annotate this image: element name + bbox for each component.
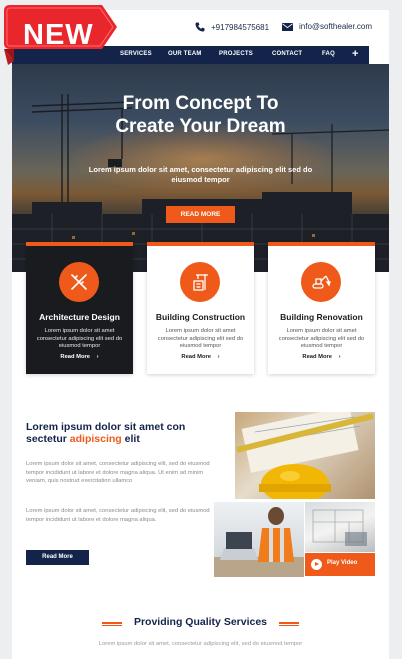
service-read-more-link[interactable]: Read More › [26, 354, 133, 360]
nav-plus-button[interactable]: + [352, 48, 358, 60]
nav-faq[interactable]: FAQ [322, 51, 335, 57]
service-description: Lorem ipsum dolor sit amet consectetur a… [278, 328, 365, 349]
engineer-laptop-photo [214, 502, 304, 577]
providing-subtitle: Lorem ipsum dolor sit amet, consectetur … [98, 641, 303, 647]
service-card-renovation[interactable]: Building Renovation Lorem ipsum dolor si… [268, 242, 375, 374]
about-read-more-button[interactable]: Read More [26, 550, 89, 565]
phone-icon [195, 22, 205, 32]
heading-decor-right [279, 622, 299, 626]
service-description: Lorem ipsum dolor sit amet consectetur a… [36, 328, 123, 349]
email-address: info@softhealer.com [299, 22, 373, 31]
service-description: Lorem ipsum dolor sit amet consectetur a… [157, 328, 244, 349]
service-icon-circle [301, 262, 341, 302]
chevron-right-icon: › [96, 354, 99, 360]
hero-read-more-button[interactable]: READ MORE [166, 206, 235, 223]
hero-title-line1: From Concept To [122, 93, 279, 114]
architecture-plans-photo [305, 502, 375, 552]
service-title: Building Renovation [280, 312, 363, 322]
hero-subtitle: Lorem ipsum dolor sit amet, consectetur … [88, 165, 313, 184]
new-label: NEW [23, 19, 94, 51]
nav-services[interactable]: SERVICES [120, 51, 152, 57]
nav-projects[interactable]: PROJECTS [219, 51, 253, 57]
new-ribbon-badge: NEW [4, 5, 117, 65]
card-accent-bar [268, 242, 375, 246]
play-video-label: Play Video [327, 560, 358, 566]
service-icon-circle [59, 262, 99, 302]
about-heading-highlight: adipiscing [69, 433, 122, 445]
envelope-icon [282, 22, 293, 31]
nav-our-team[interactable]: OUR TEAM [168, 51, 202, 57]
service-read-more-link[interactable]: Read More › [147, 354, 254, 360]
service-icon-circle [180, 262, 220, 302]
nav-contact[interactable]: CONTACT [272, 51, 302, 57]
crane-building-icon [193, 274, 208, 291]
service-title: Architecture Design [39, 312, 120, 322]
hero-banner: From Concept To Create Your Dream Lorem … [12, 64, 389, 272]
service-read-more-link[interactable]: Read More › [268, 354, 375, 360]
blueprint-helmet-photo [235, 412, 375, 499]
card-accent-bar [26, 242, 133, 246]
pencil-ruler-icon [71, 274, 87, 290]
card-accent-bar [147, 242, 254, 246]
read-more-label: Read More [181, 354, 212, 360]
providing-heading: Providing Quality Services [133, 616, 268, 628]
read-more-label: Read More [60, 354, 91, 360]
service-card-construction[interactable]: Building Construction Lorem ipsum dolor … [147, 242, 254, 374]
service-card-architecture[interactable]: Architecture Design Lorem ipsum dolor si… [26, 242, 133, 374]
phone-contact[interactable]: +917984575681 [195, 22, 269, 32]
about-paragraph-2: Lorem ipsum dolor sit amet, consectetur … [26, 508, 210, 523]
chevron-right-icon: › [217, 354, 220, 360]
email-contact[interactable]: info@softhealer.com [282, 22, 372, 31]
service-title: Building Construction [155, 312, 246, 322]
chevron-right-icon: › [338, 354, 341, 360]
hero-title-line2: Create Your Dream [115, 116, 286, 137]
hero-title: From Concept To Create Your Dream [12, 92, 389, 138]
about-heading: Lorem ipsum dolor sit amet con sectetur … [26, 421, 216, 445]
play-icon [311, 559, 322, 570]
play-video-button[interactable]: Play Video [305, 553, 375, 576]
read-more-label: Read More [302, 354, 333, 360]
excavator-icon [312, 275, 331, 289]
about-paragraph-1: Lorem ipsum dolor sit amet, consectetur … [26, 461, 210, 485]
about-heading-part2: elit [124, 433, 140, 445]
email-template: +917984575681 info@softhealer.com SERVIC… [12, 10, 389, 659]
phone-number: +917984575681 [211, 22, 270, 32]
